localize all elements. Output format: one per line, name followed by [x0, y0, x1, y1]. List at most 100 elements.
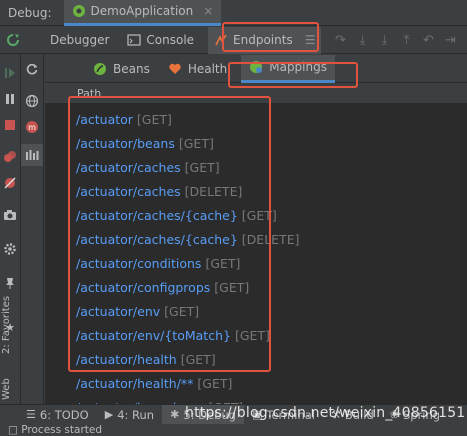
debug-actions-strip: 2: Favorites ★ Web	[0, 54, 20, 404]
mute-breakpoints-icon[interactable]	[1, 174, 19, 192]
mapping-method: [GET]	[234, 327, 270, 343]
mapping-row[interactable]: /actuator/health [GET]	[45, 347, 467, 371]
mapping-row[interactable]: /actuator/caches/{cache} [GET]	[45, 203, 467, 227]
rerun-icon[interactable]	[0, 27, 26, 54]
mapping-path-link[interactable]: /actuator/conditions	[76, 256, 201, 271]
tab-spring[interactable]: ❀ Spring	[382, 405, 448, 425]
run-config-tab[interactable]: DemoApplication ×	[63, 0, 222, 26]
tab-beans-label: Beans	[113, 61, 150, 76]
tab-todo[interactable]: ☰ 6: TODO	[18, 405, 97, 425]
close-icon[interactable]: ×	[203, 4, 213, 18]
tab-debugger[interactable]: Debugger	[44, 27, 115, 54]
globe-icon[interactable]	[23, 92, 41, 110]
svg-text:m: m	[28, 123, 36, 132]
resume-icon[interactable]	[1, 64, 19, 82]
step-over-icon[interactable]: ↷	[329, 29, 351, 51]
pin-icon[interactable]	[1, 274, 19, 292]
mapping-method: [GET]	[241, 207, 277, 223]
mapping-path-link[interactable]: /actuator/caches	[76, 184, 181, 199]
mapping-path-link[interactable]: /actuator/caches	[76, 160, 181, 175]
endpoint-actions-strip: m	[20, 54, 44, 404]
step-out-icon[interactable]: ⤒	[395, 29, 417, 51]
mapping-method: [GET]	[178, 135, 214, 151]
run-to-cursor-icon[interactable]: ⇥	[439, 29, 461, 51]
debugger-tab-row: Debugger Console Endpoints ☰ ↷ ⤓ ⤓ ⤒ ↶ ⇥	[0, 26, 467, 54]
status-icon: □	[8, 424, 22, 436]
debug-label: Debug:	[8, 5, 52, 20]
debug-toolbar: ↷ ⤓ ⤓ ⤒ ↶ ⇥	[329, 29, 461, 51]
pause-icon[interactable]	[1, 90, 19, 108]
tab-run[interactable]: ▶ 4: Run	[97, 405, 162, 425]
tab-terminal-label: Terminal	[266, 407, 315, 422]
mapping-path-link[interactable]: /actuator/env	[76, 304, 160, 319]
mapping-row[interactable]: /actuator/caches/{cache} [DELETE]	[45, 227, 467, 251]
mapping-row[interactable]: /actuator/health/** [GET]	[45, 371, 467, 395]
tab-terminal[interactable]: ▣ Terminal	[244, 405, 323, 425]
mapping-path-link[interactable]: /actuator/beans	[76, 136, 175, 151]
tab-console-label: Console	[146, 33, 195, 47]
tab-beans[interactable]: Beans	[85, 55, 158, 83]
mapping-row[interactable]: /actuator/heapdump[GET]	[45, 395, 467, 405]
camera-icon[interactable]	[1, 206, 19, 224]
spring-icon: ❀	[389, 408, 399, 421]
left-toolbar: 2: Favorites ★ Web m	[0, 54, 44, 404]
tab-health[interactable]: Health	[160, 55, 235, 83]
web-side-label[interactable]: Web	[1, 378, 12, 400]
diagram-icon[interactable]	[21, 144, 43, 166]
drop-frame-icon[interactable]: ↶	[417, 29, 439, 51]
mapping-path-link[interactable]: /actuator/env/{toMatch}	[76, 328, 231, 343]
tab-debug-label: 5: Debug	[183, 407, 236, 422]
mapping-method: [GET]	[180, 351, 216, 367]
step-into-icon[interactable]: ⤓	[351, 29, 373, 51]
column-header-path[interactable]: Path	[45, 84, 467, 104]
mapping-row[interactable]: /actuator/configprops [GET]	[45, 275, 467, 299]
todo-icon: ☰	[26, 408, 36, 421]
view-breakpoints-icon[interactable]	[1, 148, 19, 166]
spring-boot-icon	[72, 5, 85, 17]
mapping-row[interactable]: /actuator/caches [GET]	[45, 155, 467, 179]
tab-mappings[interactable]: Mappings	[241, 54, 335, 83]
mappings-table: Path /actuator [GET]/actuator/beans [GET] /…	[45, 84, 467, 404]
method-icon[interactable]: m	[23, 118, 41, 136]
mapping-path-link[interactable]: /actuator/caches/{cache}	[76, 232, 238, 247]
tab-todo-label: 6: TODO	[39, 407, 89, 422]
mapping-row[interactable]: /actuator/env [GET]	[45, 299, 467, 323]
mappings-rows: /actuator [GET]/actuator/beans [GET]/actua…	[45, 104, 467, 405]
tab-endpoints[interactable]: Endpoints ☰	[208, 26, 322, 54]
tab-run-label: 4: Run	[117, 407, 155, 422]
tab-build[interactable]: ⚒ Build	[323, 405, 382, 425]
tab-debug[interactable]: ✱ 5: Debug	[162, 404, 244, 425]
menu-icon[interactable]: ☰	[305, 33, 316, 47]
mapping-path-link[interactable]: /actuator/configprops	[76, 280, 210, 295]
mapping-row[interactable]: /actuator/conditions [GET]	[45, 251, 467, 275]
mapping-path-link[interactable]: /actuator/health/**	[76, 376, 193, 391]
mapping-row[interactable]: /actuator/env/{toMatch} [GET]	[45, 323, 467, 347]
tab-debugger-label: Debugger	[50, 33, 110, 47]
terminal-icon: ▣	[251, 408, 263, 421]
mapping-row[interactable]: /actuator/caches [DELETE]	[45, 179, 467, 203]
settings-icon[interactable]	[1, 240, 19, 258]
bean-icon	[94, 62, 106, 75]
mapping-path-link[interactable]: /actuator	[76, 112, 133, 127]
run-config-label: DemoApplication	[90, 4, 194, 18]
refresh-icon[interactable]	[23, 60, 41, 78]
mapping-method: [GET]	[205, 255, 241, 271]
tab-build-label: Build	[344, 407, 374, 422]
mapping-row[interactable]: /actuator [GET]	[45, 107, 467, 131]
tool-window-bar: ☰ 6: TODO ▶ 4: Run ✱ 5: Debug ▣ Terminal…	[0, 404, 467, 425]
tab-console[interactable]: Console	[121, 27, 200, 54]
build-icon: ⚒	[331, 408, 341, 421]
force-step-into-icon[interactable]: ⤓	[373, 29, 395, 51]
mapping-method: [GET]	[164, 303, 200, 319]
mapping-path-link[interactable]: /actuator/caches/{cache}	[76, 208, 238, 223]
star-icon: ★	[5, 320, 15, 334]
mapping-row[interactable]: /actuator/beans [GET]	[45, 131, 467, 155]
heart-icon	[169, 63, 181, 74]
mapping-path-link[interactable]: /actuator/health	[76, 352, 177, 367]
mapping-method: [DELETE]	[241, 231, 300, 247]
run-icon: ▶	[104, 408, 114, 421]
status-text: Process started	[21, 424, 103, 436]
tab-endpoints-label: Endpoints	[233, 33, 293, 47]
stop-icon[interactable]	[1, 116, 19, 134]
tab-health-label: Health	[187, 61, 228, 76]
